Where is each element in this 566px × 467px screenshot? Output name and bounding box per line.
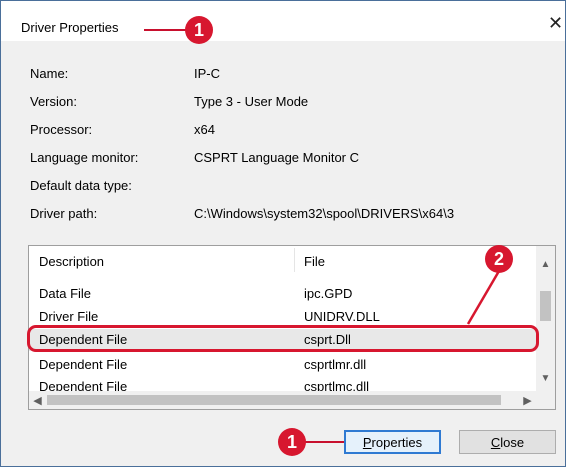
- default-data-type-label: Default data type:: [30, 178, 132, 193]
- list-item[interactable]: Data File ipc.GPD: [29, 283, 536, 305]
- dialog-title: Driver Properties: [21, 20, 119, 35]
- horizontal-scrollbar[interactable]: ◀ ▶: [29, 391, 536, 409]
- language-monitor-label: Language monitor:: [30, 150, 139, 165]
- annotation-pointer-line: [466, 270, 501, 325]
- file-name: ipc.GPD: [304, 286, 353, 301]
- language-monitor-value: CSPRT Language Monitor C: [194, 150, 360, 165]
- properties-button-label: Properties: [362, 434, 423, 450]
- column-header-description[interactable]: Description: [39, 254, 104, 269]
- vertical-scrollbar[interactable]: ▲ ▼: [536, 246, 555, 391]
- scroll-down-icon[interactable]: ▼: [536, 370, 555, 387]
- processor-value: x64: [194, 122, 215, 137]
- file-name: csprtlmr.dll: [304, 357, 367, 372]
- scroll-up-icon[interactable]: ▲: [536, 256, 555, 273]
- column-divider[interactable]: [294, 248, 295, 272]
- column-header-file[interactable]: File: [304, 254, 325, 269]
- vertical-scroll-thumb[interactable]: [540, 291, 551, 321]
- annotation-badge-1: 1: [278, 428, 306, 456]
- processor-label: Processor:: [30, 122, 93, 137]
- scroll-left-icon[interactable]: ◀: [29, 391, 46, 409]
- list-item[interactable]: Dependent File csprtlmr.dll: [29, 354, 536, 376]
- title-bar: Driver Properties ✕: [1, 1, 565, 41]
- file-description: Driver File: [39, 309, 99, 324]
- close-button[interactable]: Close: [459, 430, 556, 454]
- driver-properties-dialog: Driver Properties ✕ 1 Name: IP-C Version…: [0, 0, 566, 467]
- list-item[interactable]: Dependent File csprtlmc.dll: [29, 376, 536, 391]
- name-label: Name:: [30, 66, 69, 81]
- horizontal-scroll-thumb[interactable]: [47, 395, 501, 405]
- close-icon[interactable]: ✕: [548, 14, 563, 32]
- file-name: csprtlmc.dll: [304, 379, 370, 391]
- annotation-badge-2: 2: [485, 245, 513, 273]
- scrollbar-corner: [536, 391, 555, 409]
- driver-path-value: C:\Windows\system32\spool\DRIVERS\x64\3: [194, 206, 455, 221]
- list-content: Description File Data File ipc.GPD Drive…: [29, 246, 536, 391]
- name-value: IP-C: [194, 66, 220, 81]
- file-description: Data File: [39, 286, 92, 301]
- driver-path-label: Driver path:: [30, 206, 98, 221]
- file-name: UNIDRV.DLL: [304, 309, 380, 324]
- file-description: Dependent File: [39, 357, 128, 372]
- annotation-pointer-line: [144, 29, 188, 31]
- list-header: Description File: [29, 246, 536, 274]
- close-button-label: Close: [490, 434, 525, 450]
- scroll-right-icon[interactable]: ▶: [519, 391, 536, 409]
- file-description: Dependent File: [39, 379, 128, 391]
- version-value: Type 3 - User Mode: [194, 94, 309, 109]
- annotation-pointer-line: [304, 441, 344, 443]
- properties-button[interactable]: Properties: [344, 430, 441, 454]
- annotation-badge-1: 1: [185, 16, 213, 44]
- version-label: Version:: [30, 94, 77, 109]
